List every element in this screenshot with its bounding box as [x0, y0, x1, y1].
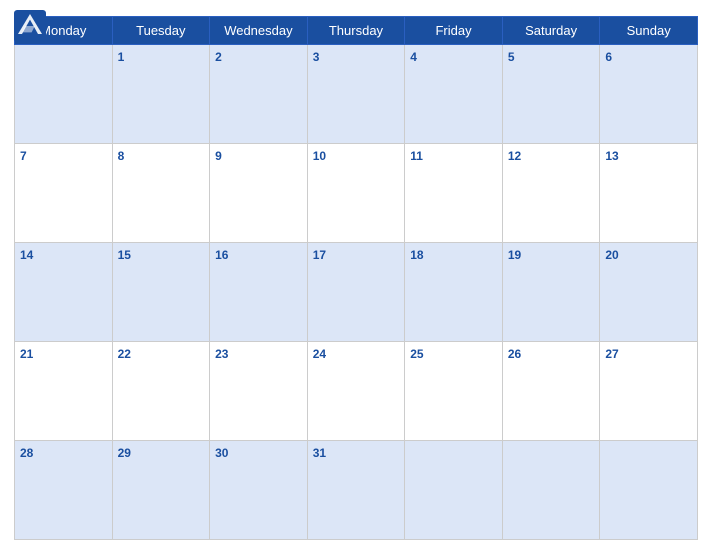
day-number: 13 [605, 149, 618, 163]
calendar-cell: 26 [502, 342, 600, 441]
day-number: 30 [215, 446, 228, 460]
weekday-header-row: MondayTuesdayWednesdayThursdayFridaySatu… [15, 17, 698, 45]
calendar-week-row: 14 15 16 17 18 19 20 [15, 243, 698, 342]
weekday-friday: Friday [405, 17, 503, 45]
calendar-cell: 30 [210, 441, 308, 540]
calendar-cell: 14 [15, 243, 113, 342]
calendar-cell: 8 [112, 144, 210, 243]
calendar-cell: 24 [307, 342, 405, 441]
day-number: 22 [118, 347, 131, 361]
calendar-week-row: 1 2 3 4 5 6 [15, 45, 698, 144]
day-number: 14 [20, 248, 33, 262]
day-number: 17 [313, 248, 326, 262]
calendar-cell [600, 441, 698, 540]
day-number: 15 [118, 248, 131, 262]
day-number: 31 [313, 446, 326, 460]
calendar-week-row: 7 8 9 10 11 12 13 [15, 144, 698, 243]
calendar-cell: 31 [307, 441, 405, 540]
day-number: 7 [20, 149, 27, 163]
weekday-thursday: Thursday [307, 17, 405, 45]
calendar-cell: 1 [112, 45, 210, 144]
calendar-thead: MondayTuesdayWednesdayThursdayFridaySatu… [15, 17, 698, 45]
calendar-tbody: 1234567891011121314151617181920212223242… [15, 45, 698, 540]
weekday-sunday: Sunday [600, 17, 698, 45]
day-number: 6 [605, 50, 612, 64]
calendar-cell: 28 [15, 441, 113, 540]
calendar-cell: 5 [502, 45, 600, 144]
calendar-cell: 19 [502, 243, 600, 342]
calendar-cell: 13 [600, 144, 698, 243]
day-number: 8 [118, 149, 125, 163]
day-number: 24 [313, 347, 326, 361]
calendar-table: MondayTuesdayWednesdayThursdayFridaySatu… [14, 16, 698, 540]
calendar-cell: 7 [15, 144, 113, 243]
day-number: 26 [508, 347, 521, 361]
calendar-cell: 22 [112, 342, 210, 441]
calendar-cell: 18 [405, 243, 503, 342]
calendar-cell: 4 [405, 45, 503, 144]
weekday-saturday: Saturday [502, 17, 600, 45]
day-number: 16 [215, 248, 228, 262]
day-number: 21 [20, 347, 33, 361]
day-number: 18 [410, 248, 423, 262]
calendar-cell: 16 [210, 243, 308, 342]
day-number: 20 [605, 248, 618, 262]
calendar-week-row: 21 22 23 24 25 26 27 [15, 342, 698, 441]
calendar-cell: 10 [307, 144, 405, 243]
calendar-cell [405, 441, 503, 540]
calendar-cell: 3 [307, 45, 405, 144]
calendar-cell: 12 [502, 144, 600, 243]
calendar-cell: 11 [405, 144, 503, 243]
day-number: 3 [313, 50, 320, 64]
weekday-tuesday: Tuesday [112, 17, 210, 45]
calendar-cell [15, 45, 113, 144]
day-number: 4 [410, 50, 417, 64]
day-number: 29 [118, 446, 131, 460]
day-number: 10 [313, 149, 326, 163]
calendar-cell: 21 [15, 342, 113, 441]
calendar-cell: 27 [600, 342, 698, 441]
calendar-cell: 2 [210, 45, 308, 144]
calendar-cell: 20 [600, 243, 698, 342]
logo-icon [14, 10, 46, 42]
day-number: 1 [118, 50, 125, 64]
calendar-cell: 23 [210, 342, 308, 441]
day-number: 12 [508, 149, 521, 163]
day-number: 28 [20, 446, 33, 460]
day-number: 5 [508, 50, 515, 64]
calendar-cell: 6 [600, 45, 698, 144]
calendar-cell: 29 [112, 441, 210, 540]
calendar-cell [502, 441, 600, 540]
calendar-cell: 17 [307, 243, 405, 342]
day-number: 11 [410, 149, 423, 163]
weekday-wednesday: Wednesday [210, 17, 308, 45]
day-number: 2 [215, 50, 222, 64]
day-number: 9 [215, 149, 222, 163]
day-number: 25 [410, 347, 423, 361]
calendar-cell: 9 [210, 144, 308, 243]
day-number: 19 [508, 248, 521, 262]
calendar-cell: 15 [112, 243, 210, 342]
day-number: 23 [215, 347, 228, 361]
calendar-container: MondayTuesdayWednesdayThursdayFridaySatu… [0, 0, 712, 550]
logo [14, 10, 50, 42]
calendar-week-row: 28 29 30 31 [15, 441, 698, 540]
day-number: 27 [605, 347, 618, 361]
calendar-cell: 25 [405, 342, 503, 441]
